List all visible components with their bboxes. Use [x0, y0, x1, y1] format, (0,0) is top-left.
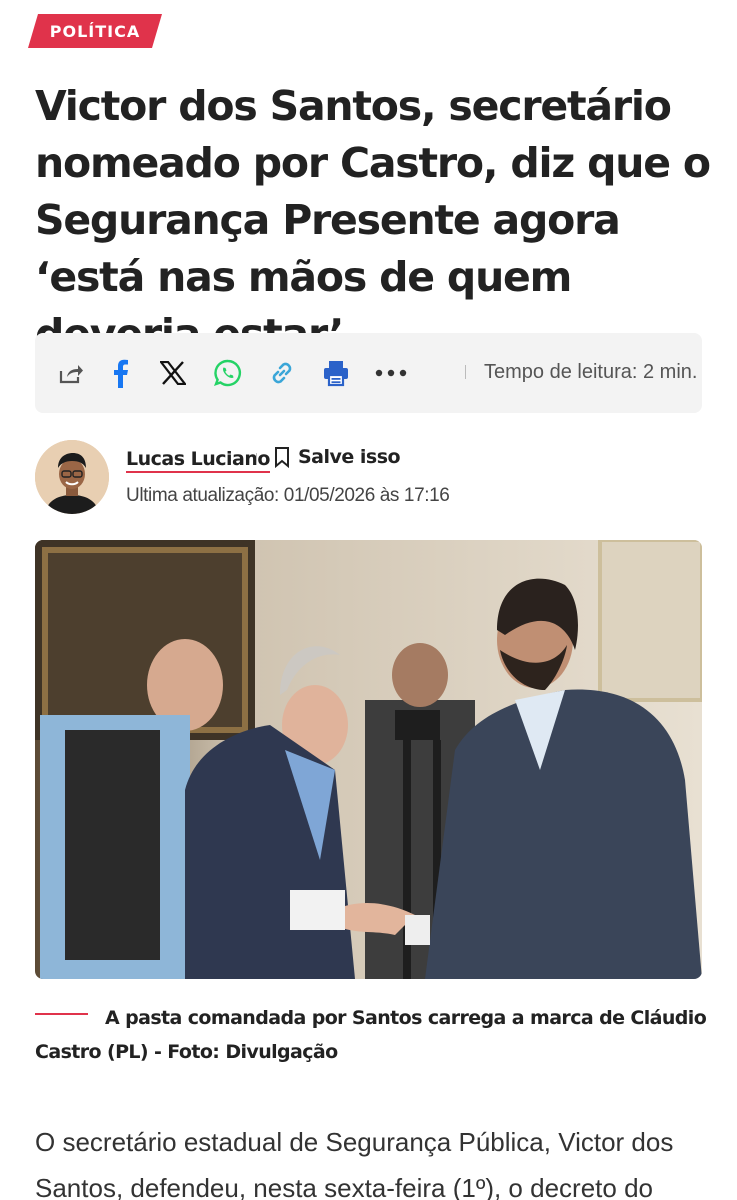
- author-name-link[interactable]: Lucas Luciano: [126, 448, 270, 473]
- author-avatar[interactable]: [35, 440, 109, 514]
- author-divider: [256, 453, 257, 465]
- reading-time: Tempo de leitura: 2 min.: [484, 361, 698, 383]
- article-headline: Victor dos Santos, secretário nomeado po…: [35, 82, 711, 358]
- category-badge[interactable]: POLÍTICA: [28, 14, 162, 48]
- photo-caption: A pasta comandada por Santos carrega a m…: [35, 1007, 707, 1063]
- article-paragraph: O secretário estadual de Segurança Públi…: [35, 1127, 674, 1200]
- last-updated: Ultima atualização: 01/05/2026 às 17:16: [126, 485, 450, 506]
- share-bar: Tempo de leitura: 2 min.: [35, 333, 702, 413]
- save-button[interactable]: Salve isso: [274, 446, 401, 468]
- facebook-icon[interactable]: [102, 355, 138, 391]
- article-photo: [35, 540, 702, 979]
- save-label: Salve isso: [298, 446, 401, 468]
- link-icon[interactable]: [264, 355, 300, 391]
- x-icon[interactable]: [155, 355, 191, 391]
- more-icon[interactable]: [373, 355, 409, 391]
- whatsapp-icon[interactable]: [210, 355, 246, 391]
- share-bar-divider: [465, 365, 466, 379]
- bookmark-icon: [275, 447, 289, 468]
- print-icon[interactable]: [318, 355, 354, 391]
- share-icon[interactable]: [53, 355, 89, 391]
